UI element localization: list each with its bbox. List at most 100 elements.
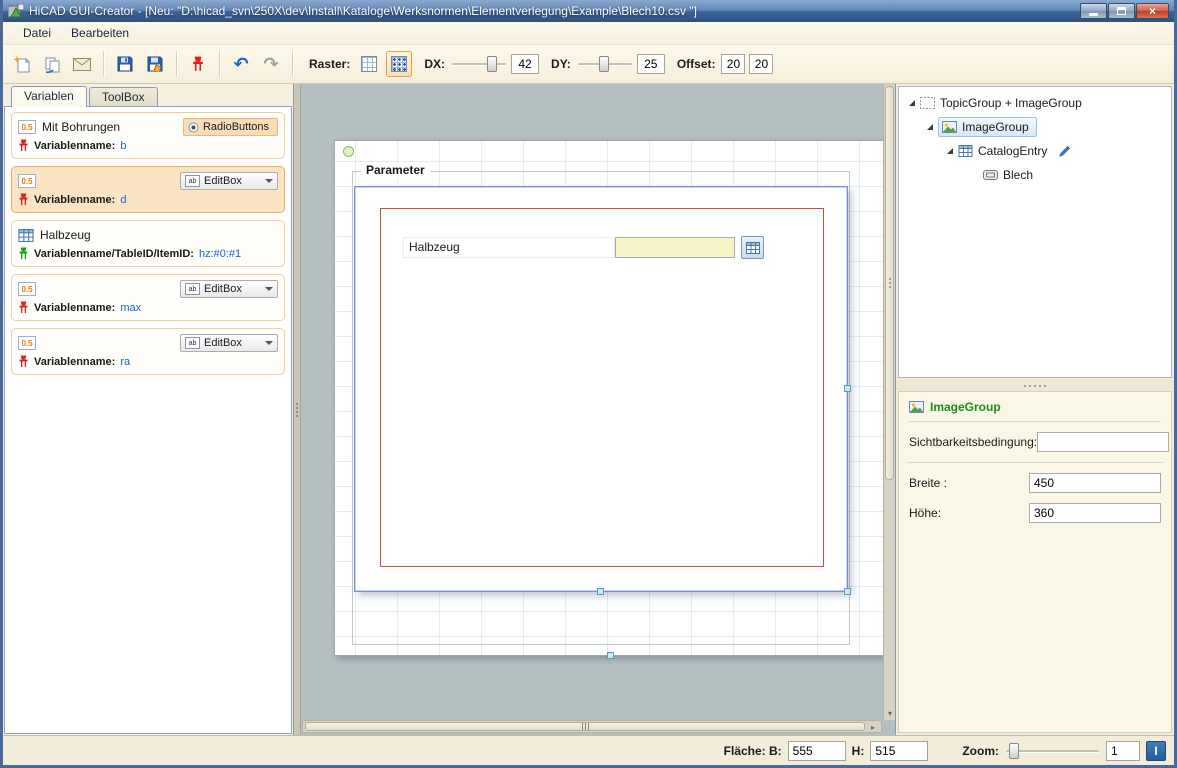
catalog-browse-button[interactable] (741, 236, 764, 259)
width-input[interactable] (1029, 473, 1161, 493)
toolbar-separator (219, 51, 220, 77)
resize-handle-bottom[interactable] (597, 588, 604, 595)
scroll-right-icon[interactable]: ▸ (867, 722, 879, 731)
height-input[interactable] (1029, 503, 1161, 523)
tab-toolbox[interactable]: ToolBox (89, 87, 158, 106)
resize-handle-right[interactable] (844, 385, 851, 392)
design-canvas[interactable]: Parameter Halbzeug (293, 84, 896, 735)
pin-red-icon (18, 139, 29, 152)
dx-slider-thumb[interactable] (487, 56, 497, 72)
height-label: Höhe: (909, 506, 941, 520)
variable-card-max[interactable]: 0.5 ab EditBox Variablenname: max (11, 274, 285, 321)
variable-card-d[interactable]: 0.5 ab EditBox Variablenname: d (11, 166, 285, 213)
copy-template-button[interactable] (39, 51, 65, 77)
save-button[interactable] (112, 51, 138, 77)
titlebar[interactable]: HiCAD GUI-Creator - [Neu: "D:\hicad_svn\… (3, 0, 1174, 22)
tree-item-blech[interactable]: Blech (899, 163, 1171, 187)
close-button[interactable]: × (1136, 3, 1169, 19)
save-as-icon (147, 56, 163, 72)
expand-arrow-icon[interactable] (947, 148, 953, 154)
variable-value: max (120, 302, 141, 314)
zoom-value-input[interactable] (1106, 741, 1140, 761)
card-title: Halbzeug (40, 228, 278, 242)
zoom-label: Zoom: (962, 744, 999, 758)
copy-icon (44, 56, 61, 73)
statusbar: Fläche: B: H: Zoom: I (3, 735, 1174, 765)
new-file-button[interactable] (9, 51, 35, 77)
menu-datei[interactable]: Datei (15, 23, 59, 43)
variable-card-hz[interactable]: Halbzeug Variablenname/TableID/ItemID: h… (11, 220, 285, 267)
right-panel: TopicGroup + ImageGroup ImageGroup Catal… (896, 84, 1174, 735)
variable-card-ra[interactable]: 0.5 ab EditBox Variablenname: ra (11, 328, 285, 375)
scroll-down-icon[interactable]: ▾ (884, 707, 896, 720)
dy-slider[interactable] (577, 54, 633, 74)
tab-variablen[interactable]: Variablen (11, 86, 87, 107)
new-file-icon (14, 56, 31, 73)
catalog-table-icon (746, 242, 760, 254)
variable-value: b (120, 140, 126, 152)
tree-item-imagegroup[interactable]: ImageGroup (899, 115, 1171, 139)
visibility-input[interactable] (1037, 432, 1169, 452)
dx-value-input[interactable] (511, 54, 539, 74)
save-as-button[interactable] (142, 51, 168, 77)
offset-y-input[interactable] (749, 54, 773, 74)
minimize-button[interactable] (1080, 3, 1107, 19)
grid-snap-button[interactable] (386, 51, 412, 77)
halbzeug-input[interactable] (615, 237, 735, 258)
design-page[interactable]: Parameter Halbzeug (334, 140, 887, 656)
tree-item-catalogentry[interactable]: CatalogEntry (899, 139, 1171, 163)
tree-item-label: Blech (1003, 168, 1033, 182)
import-button[interactable] (69, 51, 95, 77)
vertical-scrollbar-thumb[interactable] (885, 86, 894, 480)
dy-slider-thumb[interactable] (599, 56, 609, 72)
undo-button[interactable]: ↶ (228, 51, 254, 77)
maximize-button[interactable] (1108, 3, 1135, 19)
offset-x-input[interactable] (721, 54, 745, 74)
left-splitter[interactable] (294, 84, 301, 735)
origin-handle[interactable] (343, 146, 354, 157)
dy-value-input[interactable] (637, 54, 665, 74)
catalogentry-outline[interactable] (380, 208, 824, 567)
panel-splitter[interactable] (896, 380, 1174, 391)
pencil-icon[interactable] (1058, 145, 1071, 158)
page-resize-handle-bottom[interactable] (607, 652, 614, 659)
zoom-info-button[interactable]: I (1146, 741, 1166, 761)
editbox-combo[interactable]: ab EditBox (180, 172, 278, 190)
vertical-scrollbar[interactable]: ▾ (883, 84, 895, 720)
editbox-icon: ab (185, 283, 200, 295)
resize-handle-corner[interactable] (844, 588, 851, 595)
grid-toggle-button[interactable] (356, 51, 382, 77)
area-b-input[interactable] (788, 741, 846, 761)
tree-item-topicgroup[interactable]: TopicGroup + ImageGroup (899, 91, 1171, 115)
imagegroup-element[interactable]: Halbzeug (354, 186, 848, 592)
editbox-combo[interactable]: ab EditBox (180, 280, 278, 298)
width-label: Breite : (909, 476, 947, 490)
halbzeug-label[interactable]: Halbzeug (403, 237, 615, 258)
menubar: Datei Bearbeiten (3, 22, 1174, 45)
zoom-slider-thumb[interactable] (1009, 743, 1019, 759)
maximize-icon (1117, 7, 1126, 15)
variable-label: Variablenname: (34, 302, 115, 314)
radiobuttons-chip[interactable]: RadioButtons (183, 118, 278, 136)
splitter-grip (296, 401, 298, 419)
chip-label: EditBox (204, 283, 242, 295)
tree-item-label: ImageGroup (962, 120, 1029, 134)
chevron-down-icon (265, 341, 273, 345)
toolbar-separator (103, 51, 104, 77)
menu-bearbeiten[interactable]: Bearbeiten (63, 23, 137, 43)
variable-value: d (120, 194, 126, 206)
expand-arrow-icon[interactable] (927, 124, 933, 130)
horizontal-scrollbar-thumb[interactable] (305, 722, 865, 731)
radio-icon (188, 122, 199, 133)
variable-card-b[interactable]: 0.5 Mit Bohrungen RadioButtons Variablen… (11, 112, 285, 159)
expand-arrow-icon[interactable] (909, 100, 915, 106)
horizontal-scrollbar[interactable]: ▸ (302, 720, 882, 733)
zoom-slider[interactable] (1005, 741, 1100, 761)
properties-separator (907, 462, 1163, 463)
dx-slider[interactable] (451, 54, 507, 74)
area-h-input[interactable] (870, 741, 928, 761)
redo-button[interactable]: ↷ (258, 51, 284, 77)
variable-label: Variablenname: (34, 356, 115, 368)
editbox-combo[interactable]: ab EditBox (180, 334, 278, 352)
pin-button[interactable] (185, 51, 211, 77)
